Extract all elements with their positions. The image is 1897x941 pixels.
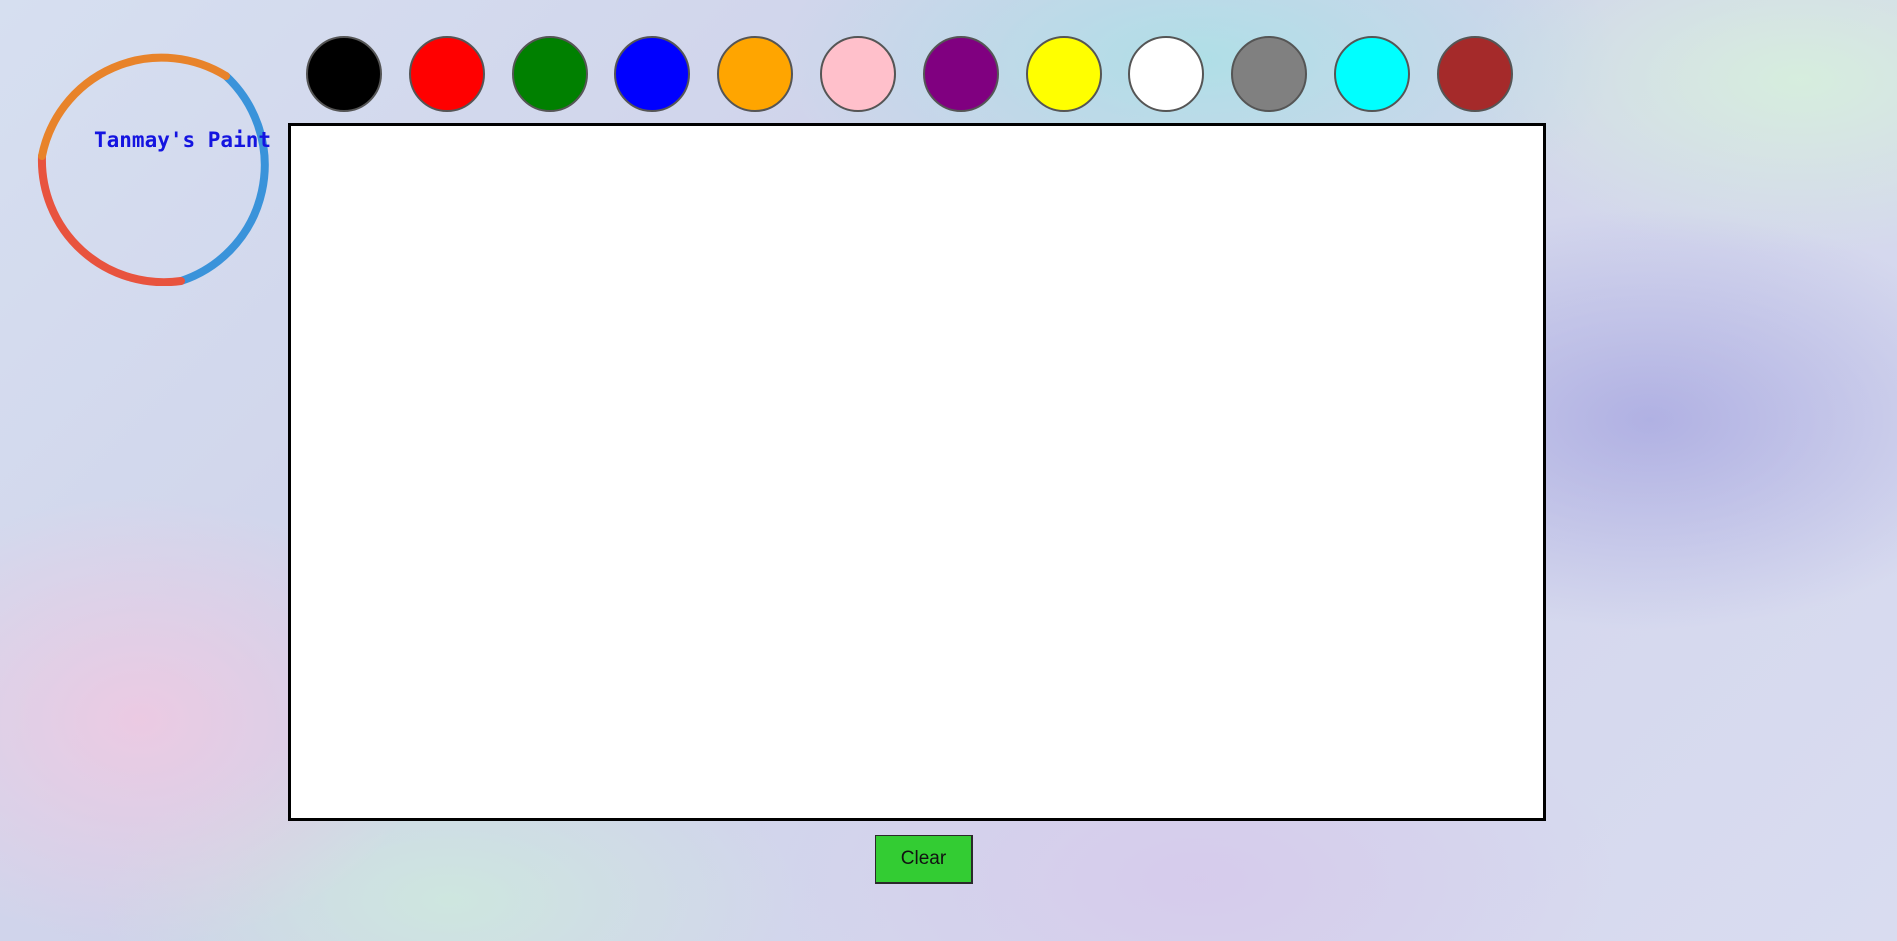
swatch-orange[interactable] bbox=[717, 36, 793, 112]
app-logo: Tanmay's Paint bbox=[36, 36, 286, 286]
swatch-pink[interactable] bbox=[820, 36, 896, 112]
swatch-yellow[interactable] bbox=[1026, 36, 1102, 112]
app-title: Tanmay's Paint bbox=[94, 128, 272, 152]
clear-button[interactable]: Clear bbox=[875, 835, 973, 884]
drawing-canvas[interactable] bbox=[288, 123, 1546, 821]
swatch-brown[interactable] bbox=[1437, 36, 1513, 112]
swatch-green[interactable] bbox=[512, 36, 588, 112]
swatch-red[interactable] bbox=[409, 36, 485, 112]
swatch-gray[interactable] bbox=[1231, 36, 1307, 112]
swatch-black[interactable] bbox=[306, 36, 382, 112]
swatch-blue[interactable] bbox=[614, 36, 690, 112]
swatch-white[interactable] bbox=[1128, 36, 1204, 112]
logo-ring bbox=[37, 53, 269, 286]
swatch-purple[interactable] bbox=[923, 36, 999, 112]
swatch-cyan[interactable] bbox=[1334, 36, 1410, 112]
